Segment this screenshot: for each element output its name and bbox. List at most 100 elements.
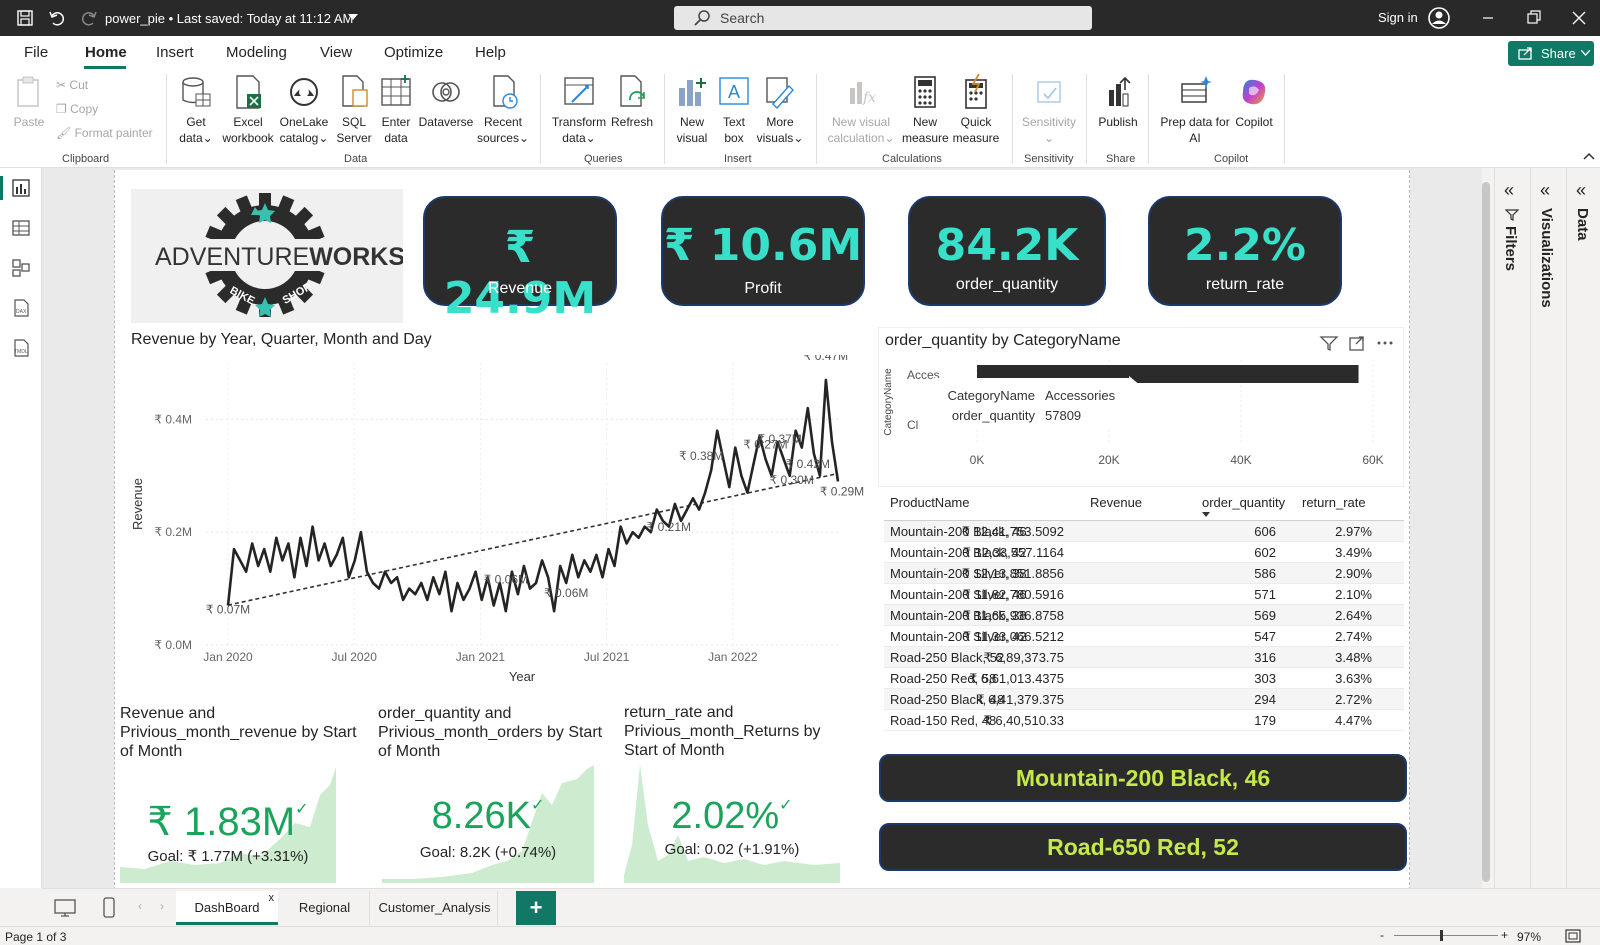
data-point[interactable] (413, 592, 417, 596)
data-point[interactable] (401, 598, 405, 602)
data-point[interactable] (341, 536, 345, 540)
tab-insert[interactable]: Insert (156, 44, 194, 61)
data-point[interactable] (588, 570, 592, 574)
undo-icon[interactable] (48, 9, 66, 27)
data-point[interactable] (244, 570, 248, 574)
get-data-button[interactable]: Get data⌄ (176, 74, 216, 146)
table-row[interactable]: Mountain-200 Black, 38 ₹ 11,65,936.8758 56… (884, 605, 1404, 626)
data-point[interactable] (528, 587, 532, 591)
data-pane[interactable]: « Data (1566, 168, 1600, 888)
data-point[interactable] (298, 536, 302, 540)
kpi-card-revenue[interactable]: ₹ 24.9M Revenue (423, 196, 617, 324)
data-point[interactable] (286, 541, 290, 545)
top-product-card[interactable]: Mountain-200 Black, 46 (879, 754, 1407, 802)
expand-chevron-icon[interactable]: « (1540, 180, 1550, 201)
data-point[interactable] (419, 581, 423, 585)
revenue-line-chart[interactable]: ₹ 0.0M ₹ 0.2M ₹ 0.4M Jan 2020 Jul 2020 Jan 20… (128, 355, 868, 700)
kpi-card-order-quantity[interactable]: 84.2K order_quantity (908, 196, 1106, 306)
sensitivity-button[interactable]: Sensitivity ⌄ (1020, 74, 1078, 146)
data-point[interactable] (739, 474, 743, 478)
data-point[interactable] (347, 575, 351, 579)
dax-query-view-icon[interactable]: DAX (11, 298, 31, 318)
tab-modeling[interactable]: Modeling (226, 44, 287, 61)
revenue-kpi-visual[interactable]: ₹ 1.83M✓ Goal: ₹ 1.77M (+3.31%) (120, 765, 336, 883)
revenue-series-line[interactable] (226, 378, 840, 613)
data-point[interactable] (292, 575, 296, 579)
collapse-ribbon-icon[interactable] (1583, 152, 1595, 160)
column-header[interactable]: ProductName (890, 495, 969, 510)
copy-button[interactable]: ❐ Copy (56, 102, 98, 116)
model-view-icon[interactable] (11, 258, 31, 278)
expand-chevron-icon[interactable]: « (1504, 180, 1514, 201)
tab-file[interactable]: File (24, 44, 48, 61)
tab-customer-analysis[interactable]: Customer_Analysis (372, 891, 498, 925)
more-visuals-button[interactable]: More visuals⌄ (756, 74, 804, 146)
data-point[interactable] (456, 581, 460, 585)
data-point[interactable] (655, 508, 659, 512)
data-point[interactable] (806, 406, 810, 410)
data-point[interactable] (480, 598, 484, 602)
data-point[interactable] (256, 564, 260, 568)
cut-button[interactable]: ✂ Cut (56, 78, 88, 92)
data-point[interactable] (359, 530, 363, 534)
returns-kpi-visual[interactable]: 2.02%✓ Goal: 0.02 (+1.91%) (624, 765, 840, 883)
mobile-layout-icon[interactable] (102, 897, 116, 919)
data-point[interactable] (800, 446, 804, 450)
zoom-in-icon[interactable]: + (1501, 928, 1508, 942)
data-point[interactable] (830, 440, 834, 444)
expand-chevron-icon[interactable]: « (1576, 180, 1586, 201)
data-point[interactable] (764, 457, 768, 461)
data-point[interactable] (733, 446, 737, 450)
data-point[interactable] (709, 468, 713, 472)
table-row[interactable]: Mountain-200 Silver, 42 ₹ 11,33,066.5212 5… (884, 626, 1404, 647)
filter-icon[interactable] (1319, 334, 1339, 352)
table-row[interactable]: Road-250 Black, 48 ₹ 6,41,379.375 294 2.72% (884, 689, 1404, 710)
tab-regional[interactable]: Regional (280, 891, 370, 925)
next-page-icon[interactable]: › (160, 899, 164, 913)
data-point[interactable] (691, 496, 695, 500)
data-point[interactable] (631, 530, 635, 534)
new-visual-button[interactable]: New visual (672, 74, 712, 146)
data-point[interactable] (323, 541, 327, 545)
data-point[interactable] (268, 570, 272, 574)
zoom-slider-thumb[interactable] (1440, 930, 1443, 941)
scrollbar-thumb[interactable] (1482, 182, 1490, 882)
paste-button[interactable]: Paste (12, 74, 46, 130)
data-point[interactable] (534, 581, 538, 585)
data-point[interactable] (468, 587, 472, 591)
sign-in-link[interactable]: Sign in (1378, 10, 1418, 25)
data-point[interactable] (329, 564, 333, 568)
data-point[interactable] (353, 558, 357, 562)
table-row[interactable]: Mountain-200 Black, 46 ₹ 12,41,753.5092 60… (884, 521, 1404, 542)
product-table[interactable]: ProductName Revenue order_quantity retur… (884, 491, 1404, 731)
data-point[interactable] (625, 541, 629, 545)
tab-dashboard[interactable]: DashBoard x (176, 891, 278, 925)
text-box-button[interactable]: A Text box (716, 74, 752, 146)
data-point[interactable] (673, 502, 677, 506)
add-page-button[interactable]: + (516, 891, 556, 925)
save-icon[interactable] (16, 9, 34, 27)
data-point[interactable] (727, 485, 731, 489)
data-point[interactable] (552, 609, 556, 613)
new-visual-calculation-button[interactable]: fx New visual calculation⌄ (824, 74, 898, 146)
column-header[interactable]: order_quantity (1202, 495, 1285, 510)
data-point[interactable] (685, 508, 689, 512)
data-point[interactable] (407, 587, 411, 591)
report-view-icon[interactable] (11, 178, 31, 198)
data-point[interactable] (474, 570, 478, 574)
data-point[interactable] (715, 429, 719, 433)
zoom-out-icon[interactable]: - (1380, 928, 1384, 942)
table-row[interactable]: Road-150 Red, 48 ₹ 6,40,510.33 179 4.47% (884, 710, 1404, 731)
data-point[interactable] (431, 575, 435, 579)
sql-server-button[interactable]: SQL Server (334, 74, 374, 146)
data-point[interactable] (492, 604, 496, 608)
search-input[interactable]: Search (674, 6, 1092, 30)
previous-page-icon[interactable]: ‹ (138, 899, 142, 913)
data-point[interactable] (238, 558, 242, 562)
data-point[interactable] (274, 536, 278, 540)
desktop-layout-icon[interactable] (54, 898, 76, 918)
data-point[interactable] (540, 558, 544, 562)
filters-pane[interactable]: « Filters (1494, 168, 1528, 888)
data-point[interactable] (594, 553, 598, 557)
table-row[interactable]: Road-250 Red, 58 ₹ 6,61,013.4375 303 3.63% (884, 668, 1404, 689)
